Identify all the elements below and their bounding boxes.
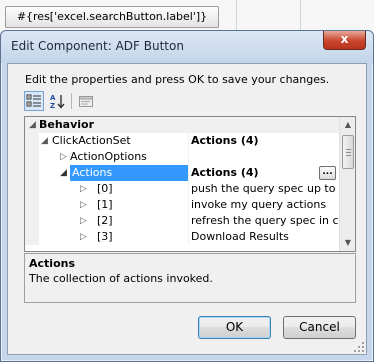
description-title: Actions [29,257,75,270]
alphabetical-button[interactable]: A Z [47,91,67,111]
property-grid[interactable]: ◢ Behavior ◢ ClickActionSet Actions (4) … [24,116,356,252]
property-pages-icon [79,96,93,107]
property-row-action-0[interactable]: ▷ [0] push the query spec up to the s [25,181,341,197]
property-name: ClickActionSet [52,134,131,147]
collapse-icon[interactable]: ◢ [29,117,36,133]
property-value[interactable] [188,149,341,165]
category-label: Behavior [39,118,95,131]
collapse-icon[interactable]: ◢ [60,165,67,181]
row-gutter [25,229,39,245]
row-gutter [25,181,39,197]
scroll-up-icon[interactable]: ▲ [340,117,355,133]
dialog-client-area: Edit the properties and press OK to save… [7,63,367,355]
property-row-actions[interactable]: ◢ Actions Actions (4) ... [25,165,341,181]
editor-background: #{res['excel.searchButton.label']} [0,0,374,34]
edit-component-dialog: Edit Component: ADF Button x Edit the pr… [0,30,374,362]
description-panel: Actions The collection of actions invoke… [24,253,356,303]
scroll-thumb[interactable] [342,135,354,169]
ellipsis-button[interactable]: ... [319,166,336,180]
property-value[interactable]: push the query spec up to the s [188,181,341,197]
dialog-titlebar: Edit Component: ADF Button x [1,31,373,63]
property-name: [3] [97,230,113,243]
expand-icon[interactable]: ▷ [60,149,67,165]
property-name: [2] [97,214,113,227]
property-row-actionoptions[interactable]: ▷ ActionOptions [25,149,341,165]
property-name: [1] [97,198,113,211]
row-gutter [25,197,39,213]
resize-grip-icon[interactable] [354,342,364,352]
cancel-button[interactable]: Cancel [283,316,356,339]
property-value[interactable]: invoke my query actions [188,197,341,213]
svg-text:A: A [50,94,56,102]
categorized-icon [26,94,41,107]
row-gutter [25,165,39,181]
ok-button[interactable]: OK [198,316,271,339]
vertical-scrollbar[interactable]: ▲ ▼ [339,117,355,251]
property-value[interactable]: refresh the query spec in case t [188,213,341,229]
description-text: The collection of actions invoked. [29,272,213,285]
categorized-button[interactable] [24,91,44,111]
svg-text:Z: Z [50,102,55,109]
property-row-action-3[interactable]: ▷ [3] Download Results [25,229,341,245]
close-icon: x [340,32,349,46]
scroll-down-icon[interactable]: ▼ [340,235,355,251]
property-name: [0] [97,182,113,195]
row-gutter [25,149,39,165]
close-button[interactable]: x [323,31,366,50]
property-name: ActionOptions [70,150,147,163]
background-divider [300,0,301,34]
property-row-action-1[interactable]: ▷ [1] invoke my query actions [25,197,341,213]
page-button-preview[interactable]: #{res['excel.searchButton.label']} [5,6,219,28]
property-pages-button[interactable] [76,91,96,111]
expand-icon[interactable]: ▷ [80,197,87,213]
property-row-clickactionset[interactable]: ◢ ClickActionSet Actions (4) [25,133,341,149]
category-row-behavior[interactable]: ◢ Behavior [25,117,341,133]
property-value[interactable]: Actions (4) [188,133,341,149]
toolbar-separator [71,93,72,109]
property-row-action-2[interactable]: ▷ [2] refresh the query spec in case t [25,213,341,229]
expand-icon[interactable]: ▷ [80,213,87,229]
background-divider [236,0,237,34]
row-gutter [25,213,39,229]
instructions-text: Edit the properties and press OK to save… [25,73,330,86]
collapse-icon[interactable]: ◢ [41,133,48,149]
property-name: Actions [70,165,188,181]
property-value[interactable]: Download Results [188,229,341,245]
dialog-title: Edit Component: ADF Button [11,39,184,53]
expand-icon[interactable]: ▷ [80,229,87,245]
sort-az-icon: A Z [50,94,65,109]
row-gutter [25,133,39,149]
expand-icon[interactable]: ▷ [80,181,87,197]
property-toolbar: A Z [24,91,364,113]
